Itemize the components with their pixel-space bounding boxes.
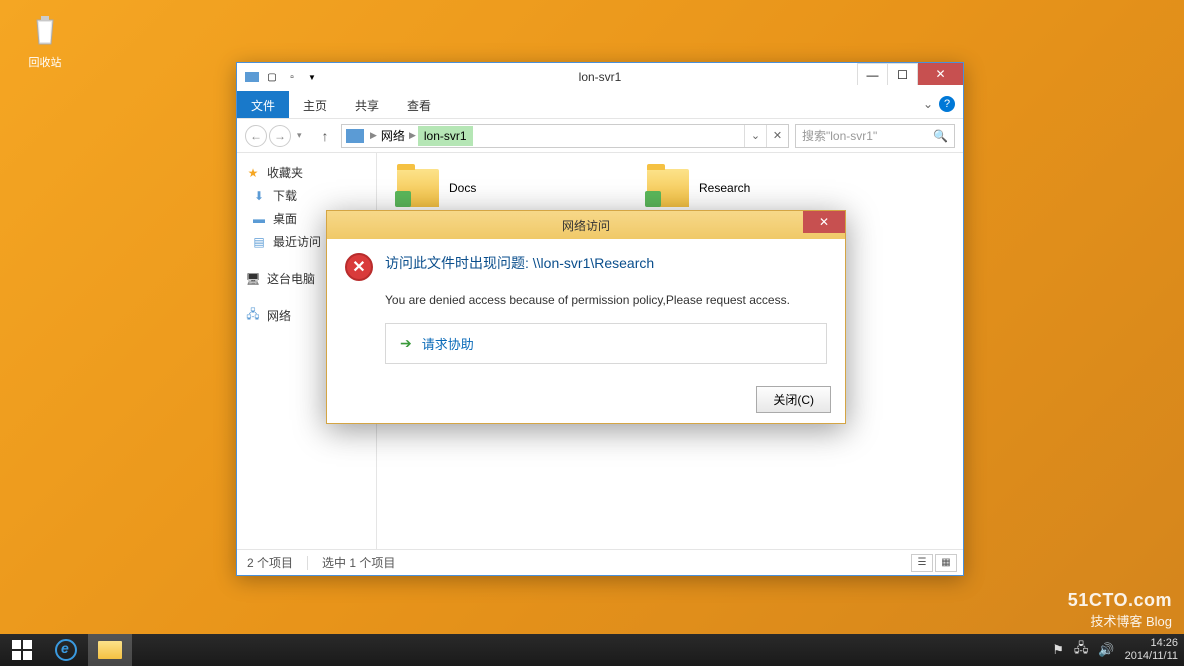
folder-icon bbox=[647, 169, 689, 207]
clock-time: 14:26 bbox=[1125, 637, 1178, 650]
titlebar[interactable]: ▢ ▫ ▼ lon-svr1 — ☐ ✕ bbox=[237, 63, 963, 91]
recycle-bin-label: 回收站 bbox=[29, 57, 62, 69]
folder-label: Research bbox=[699, 181, 750, 195]
clock[interactable]: 14:26 2014/11/11 bbox=[1125, 637, 1178, 663]
ie-icon bbox=[55, 639, 77, 661]
folder-research[interactable]: Research bbox=[643, 165, 833, 211]
statusbar: 2 个项目 选中 1 个项目 ☰ ▦ bbox=[237, 549, 963, 575]
refresh-button[interactable]: ✕ bbox=[766, 125, 788, 147]
dialog-close-button[interactable]: ✕ bbox=[803, 211, 845, 233]
sidebar-favorites[interactable]: ★收藏夹 bbox=[237, 161, 376, 184]
dialog-titlebar[interactable]: 网络访问 ✕ bbox=[327, 211, 845, 239]
minimize-button[interactable]: — bbox=[857, 63, 887, 85]
forward-button[interactable]: → bbox=[269, 125, 291, 147]
search-placeholder: 搜索"lon-svr1" bbox=[802, 127, 877, 144]
view-icons-button[interactable]: ▦ bbox=[935, 554, 957, 572]
tab-share[interactable]: 共享 bbox=[341, 91, 393, 118]
back-button[interactable]: ← bbox=[245, 125, 267, 147]
task-explorer[interactable] bbox=[88, 634, 132, 666]
dialog-close-btn[interactable]: 关闭(C) bbox=[756, 386, 831, 413]
folder-icon bbox=[397, 169, 439, 207]
addressbar: ← → ▾ ↑ ▶ 网络 ▶ lon-svr1 ⌄ ✕ 搜索"lon-svr1"… bbox=[237, 119, 963, 153]
tray-volume-icon[interactable]: 🔊 bbox=[1098, 642, 1114, 658]
view-details-button[interactable]: ☰ bbox=[911, 554, 933, 572]
windows-logo-icon bbox=[12, 640, 32, 660]
breadcrumb[interactable]: ▶ 网络 ▶ lon-svr1 ⌄ ✕ bbox=[341, 124, 789, 148]
sidebar-downloads[interactable]: ⬇下载 bbox=[237, 184, 376, 207]
desktop-icon: ▬ bbox=[251, 211, 267, 227]
download-icon: ⬇ bbox=[251, 188, 267, 204]
recycle-bin-icon bbox=[25, 10, 65, 50]
folder-label: Docs bbox=[449, 181, 476, 195]
qat-newfolder-icon[interactable]: ▫ bbox=[283, 68, 301, 86]
watermark-line1: 51CTO.com bbox=[1068, 590, 1172, 611]
watermark: 51CTO.com 技术博客 Blog bbox=[1068, 590, 1172, 630]
tray-network-icon[interactable]: 🖧 bbox=[1074, 639, 1089, 661]
breadcrumb-dropdown[interactable]: ⌄ bbox=[744, 125, 766, 147]
task-ie[interactable] bbox=[44, 634, 88, 666]
taskbar: ⚑ 🖧 🔊 14:26 2014/11/11 bbox=[0, 634, 1184, 666]
tab-file[interactable]: 文件 bbox=[237, 91, 289, 118]
help-icon[interactable]: ? bbox=[939, 96, 955, 112]
computer-icon: 🖥 bbox=[245, 271, 261, 287]
request-assistance-button[interactable]: ➔ 请求协助 bbox=[385, 323, 827, 364]
star-icon: ★ bbox=[245, 165, 261, 181]
status-count: 2 个项目 bbox=[247, 554, 293, 571]
start-button[interactable] bbox=[0, 634, 44, 666]
arrow-right-icon: ➔ bbox=[400, 335, 412, 352]
dialog-heading: 访问此文件时出现问题: \\lon-svr1\Research bbox=[385, 253, 654, 273]
status-selected: 选中 1 个项目 bbox=[322, 554, 395, 571]
ribbon-expand-icon[interactable]: ⌄ bbox=[923, 97, 933, 111]
request-link-label: 请求协助 bbox=[422, 334, 474, 353]
up-button[interactable]: ↑ bbox=[315, 126, 335, 146]
separator bbox=[307, 556, 308, 570]
window-title: lon-svr1 bbox=[579, 70, 622, 84]
tab-home[interactable]: 主页 bbox=[289, 91, 341, 118]
dialog-title: 网络访问 bbox=[562, 217, 610, 234]
nav-history-dropdown[interactable]: ▾ bbox=[297, 130, 309, 141]
search-icon[interactable]: 🔍 bbox=[933, 129, 948, 143]
dialog-message: You are denied access because of permiss… bbox=[385, 293, 827, 307]
folder-icon bbox=[98, 641, 122, 659]
watermark-line2: 技术博客 Blog bbox=[1068, 611, 1172, 630]
maximize-button[interactable]: ☐ bbox=[887, 63, 917, 85]
share-badge-icon bbox=[395, 191, 411, 207]
tab-view[interactable]: 查看 bbox=[393, 91, 445, 118]
error-icon: ✕ bbox=[345, 253, 373, 281]
location-icon bbox=[346, 129, 364, 143]
recycle-bin[interactable]: 回收站 bbox=[20, 10, 70, 70]
app-icon bbox=[243, 68, 261, 86]
folder-docs[interactable]: Docs bbox=[393, 165, 583, 211]
system-tray: ⚑ 🖧 🔊 14:26 2014/11/11 bbox=[1052, 634, 1178, 666]
tray-flag-icon[interactable]: ⚑ bbox=[1052, 642, 1064, 658]
chevron-right-icon[interactable]: ▶ bbox=[409, 130, 416, 141]
qat-dropdown-icon[interactable]: ▼ bbox=[303, 68, 321, 86]
breadcrumb-network[interactable]: 网络 bbox=[379, 126, 407, 145]
breadcrumb-host[interactable]: lon-svr1 bbox=[418, 126, 473, 146]
search-input[interactable]: 搜索"lon-svr1" 🔍 bbox=[795, 124, 955, 148]
close-button[interactable]: ✕ bbox=[917, 63, 963, 85]
recent-icon: ▤ bbox=[251, 234, 267, 250]
ribbon: 文件 主页 共享 查看 ⌄ ? bbox=[237, 91, 963, 119]
qat-properties-icon[interactable]: ▢ bbox=[263, 68, 281, 86]
network-access-dialog: 网络访问 ✕ ✕ 访问此文件时出现问题: \\lon-svr1\Research… bbox=[326, 210, 846, 424]
clock-date: 2014/11/11 bbox=[1125, 650, 1178, 663]
network-icon: 🖧 bbox=[245, 308, 261, 324]
share-badge-icon bbox=[645, 191, 661, 207]
chevron-right-icon[interactable]: ▶ bbox=[370, 130, 377, 141]
